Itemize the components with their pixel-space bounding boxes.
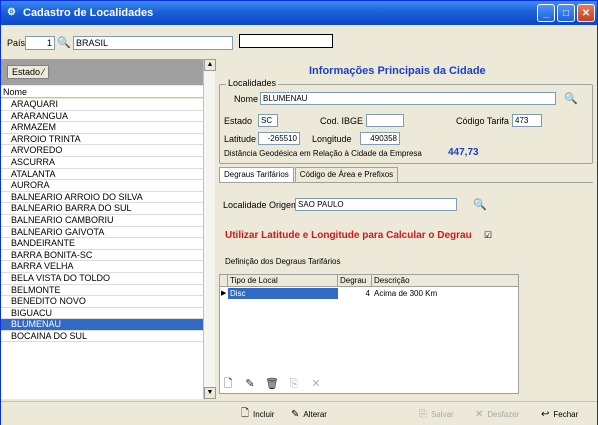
save-icon: ⎘ xyxy=(419,408,427,420)
grid-header-descricao[interactable]: Descrição xyxy=(372,275,516,286)
minimize-button[interactable]: _ xyxy=(537,4,555,22)
tab-bar: Degraus Tarifários Código de Área e Pref… xyxy=(219,167,399,183)
maximize-button[interactable]: □ xyxy=(557,4,575,22)
estado-field[interactable]: SC xyxy=(258,114,278,127)
latlon-option-label: Utilizar Latitude e Longitude para Calcu… xyxy=(225,230,472,241)
grid-actions: 🗋 ✎ 🗑 ⎘ ✕ xyxy=(221,377,323,391)
list-item[interactable]: ATALANTA xyxy=(1,169,203,181)
list-item[interactable]: BANDEIRANTE xyxy=(1,238,203,250)
list-item[interactable]: BOCAINA DO SUL xyxy=(1,331,203,343)
list-item[interactable]: BALNEARIO GAIVOTA xyxy=(1,227,203,239)
close-door-icon: ↩ xyxy=(541,408,550,420)
nome-label: Nome xyxy=(234,94,259,104)
close-button[interactable]: ✕ xyxy=(577,4,595,22)
main-window: ⚙ Cadastro de Localidades _ □ ✕ País 1 🔍… xyxy=(0,0,598,425)
pais-code-field[interactable]: 1 xyxy=(25,36,55,50)
save-record-icon[interactable]: ⎘ xyxy=(287,377,301,391)
list-scrollbar[interactable]: ▲ ▼ xyxy=(203,59,216,399)
details-panel: Informações Principais da Cidade Localid… xyxy=(217,59,595,399)
city-list-panel: Estado ⁄ Nome ARAQUARI ARARANGUA ARMAZEM AR… xyxy=(1,59,216,399)
localidades-group: Localidades Nome BLUMENAU 🔍 Estado SC Co… xyxy=(219,78,593,164)
grid-header-degrau[interactable]: Degrau xyxy=(338,275,372,286)
list-item[interactable]: BLUMENAU xyxy=(1,319,203,331)
list-item[interactable]: ARAQUARI xyxy=(1,99,203,111)
search-icon[interactable]: 🔍 xyxy=(57,36,71,50)
pais-name-field[interactable]: BRASIL xyxy=(73,36,233,50)
search-icon[interactable]: 🔍 xyxy=(473,198,487,212)
pais-row: País 1 🔍 BRASIL xyxy=(7,34,333,52)
tarifa-label: Código Tarifa xyxy=(456,116,509,126)
latitude-label: Latitude xyxy=(224,134,257,144)
distancia-value: 447,73 xyxy=(448,147,479,158)
new-document-icon: 🗋 xyxy=(241,407,250,419)
row-pointer-icon: ▶ xyxy=(221,290,227,297)
cell-degrau[interactable]: 4 xyxy=(338,288,372,299)
tarifa-field[interactable]: 473 xyxy=(512,114,542,127)
list-item[interactable]: BALNEARIO CAMBORIU xyxy=(1,215,203,227)
edit-record-icon[interactable]: ✎ xyxy=(243,377,257,391)
new-record-icon[interactable]: 🗋 xyxy=(221,377,235,391)
search-icon[interactable]: 🔍 xyxy=(564,92,578,106)
grid-indicator-header xyxy=(220,275,228,286)
group-label: Localidades xyxy=(226,78,279,88)
origem-field[interactable]: SAO PAULO xyxy=(295,198,457,211)
list-item[interactable]: BELA VISTA DO TOLDO xyxy=(1,273,203,285)
alterar-button[interactable]: ✎ Alterar xyxy=(291,407,327,421)
window-title: Cadastro de Localidades xyxy=(23,7,154,19)
estado-label: Estado xyxy=(224,116,253,126)
list-item[interactable]: ARMAZEM xyxy=(1,122,203,134)
latitude-field[interactable]: -265510 xyxy=(258,132,300,145)
list-item[interactable]: BALNEARIO BARRA DO SUL xyxy=(1,203,203,215)
delete-record-icon[interactable]: 🗑 xyxy=(265,377,279,391)
latlon-checkbox[interactable]: ☑ xyxy=(483,230,493,240)
undo-record-icon[interactable]: ✕ xyxy=(309,377,323,391)
pais-label: País xyxy=(7,38,26,48)
list-item[interactable]: ARROIO TRINTA xyxy=(1,134,203,146)
sort-tag-estado[interactable]: Estado ⁄ xyxy=(7,65,50,79)
section-label: Definição dos Degraus Tarifários xyxy=(225,257,341,266)
incluir-button[interactable]: 🗋 Incluir xyxy=(241,407,274,421)
longitude-field[interactable]: 490358 xyxy=(360,132,400,145)
undo-icon: ✕ xyxy=(475,408,484,420)
page-title: Informações Principais da Cidade xyxy=(309,65,486,77)
scroll-up-icon[interactable]: ▲ xyxy=(204,59,216,71)
list-item[interactable]: BALNEARIO ARROIO DO SILVA xyxy=(1,192,203,204)
salvar-button[interactable]: ⎘ Salvar xyxy=(419,407,454,421)
pais-extra-field xyxy=(239,34,333,48)
list-item[interactable]: BENEDITO NOVO xyxy=(1,296,203,308)
title-bar: ⚙ Cadastro de Localidades _ □ ✕ xyxy=(1,1,597,25)
list-item[interactable]: BARRA BONITA-SC xyxy=(1,250,203,262)
cell-tipo[interactable]: Disc xyxy=(228,288,338,299)
ibge-field[interactable] xyxy=(366,114,404,127)
degraus-grid[interactable]: Tipo de Local Degrau Descrição ▶ Disc 4 … xyxy=(219,274,519,394)
cell-descricao[interactable]: Acima de 300 Km xyxy=(372,288,516,299)
tab-body: Localidade Origem SAO PAULO 🔍 Utilizar L… xyxy=(219,182,593,394)
tab-codigo-area[interactable]: Código de Área e Prefixos xyxy=(294,167,399,183)
list-item[interactable]: ARVOREDO xyxy=(1,145,203,157)
list-item[interactable]: BELMONTE xyxy=(1,285,203,297)
desfazer-button[interactable]: ✕ Desfazer xyxy=(475,407,519,421)
table-row[interactable]: ▶ Disc 4 Acima de 300 Km xyxy=(220,288,518,299)
fechar-button[interactable]: ↩ Fechar xyxy=(541,407,578,421)
city-list[interactable]: ARAQUARI ARARANGUA ARMAZEM ARROIO TRINTA ARV… xyxy=(1,99,203,399)
longitude-label: Longitude xyxy=(312,134,352,144)
tab-degraus-tarifarios[interactable]: Degraus Tarifários xyxy=(219,167,294,183)
app-icon: ⚙ xyxy=(7,7,16,18)
list-item[interactable]: ARARANGUA xyxy=(1,111,203,123)
grid-header: Tipo de Local Degrau Descrição xyxy=(220,275,518,287)
list-item[interactable]: BIGUACU xyxy=(1,308,203,320)
ibge-label: Cod. IBGE xyxy=(320,116,364,126)
grid-header-tipo[interactable]: Tipo de Local xyxy=(228,275,338,286)
group-header: Estado ⁄ xyxy=(1,59,203,85)
column-header-nome[interactable]: Nome xyxy=(1,86,203,98)
nome-field[interactable]: BLUMENAU xyxy=(260,92,556,105)
scroll-down-icon[interactable]: ▼ xyxy=(204,387,216,399)
list-item[interactable]: BARRA VELHA xyxy=(1,261,203,273)
edit-icon: ✎ xyxy=(291,408,300,420)
distancia-label: Distância Geodésica em Relação à Cidade … xyxy=(224,149,422,158)
origem-label: Localidade Origem xyxy=(223,200,299,210)
list-item[interactable]: ASCURRA xyxy=(1,157,203,169)
footer-toolbar: 🗋 Incluir ✎ Alterar ⎘ Salvar ✕ Desfazer … xyxy=(1,401,597,425)
list-item[interactable]: AURORA xyxy=(1,180,203,192)
